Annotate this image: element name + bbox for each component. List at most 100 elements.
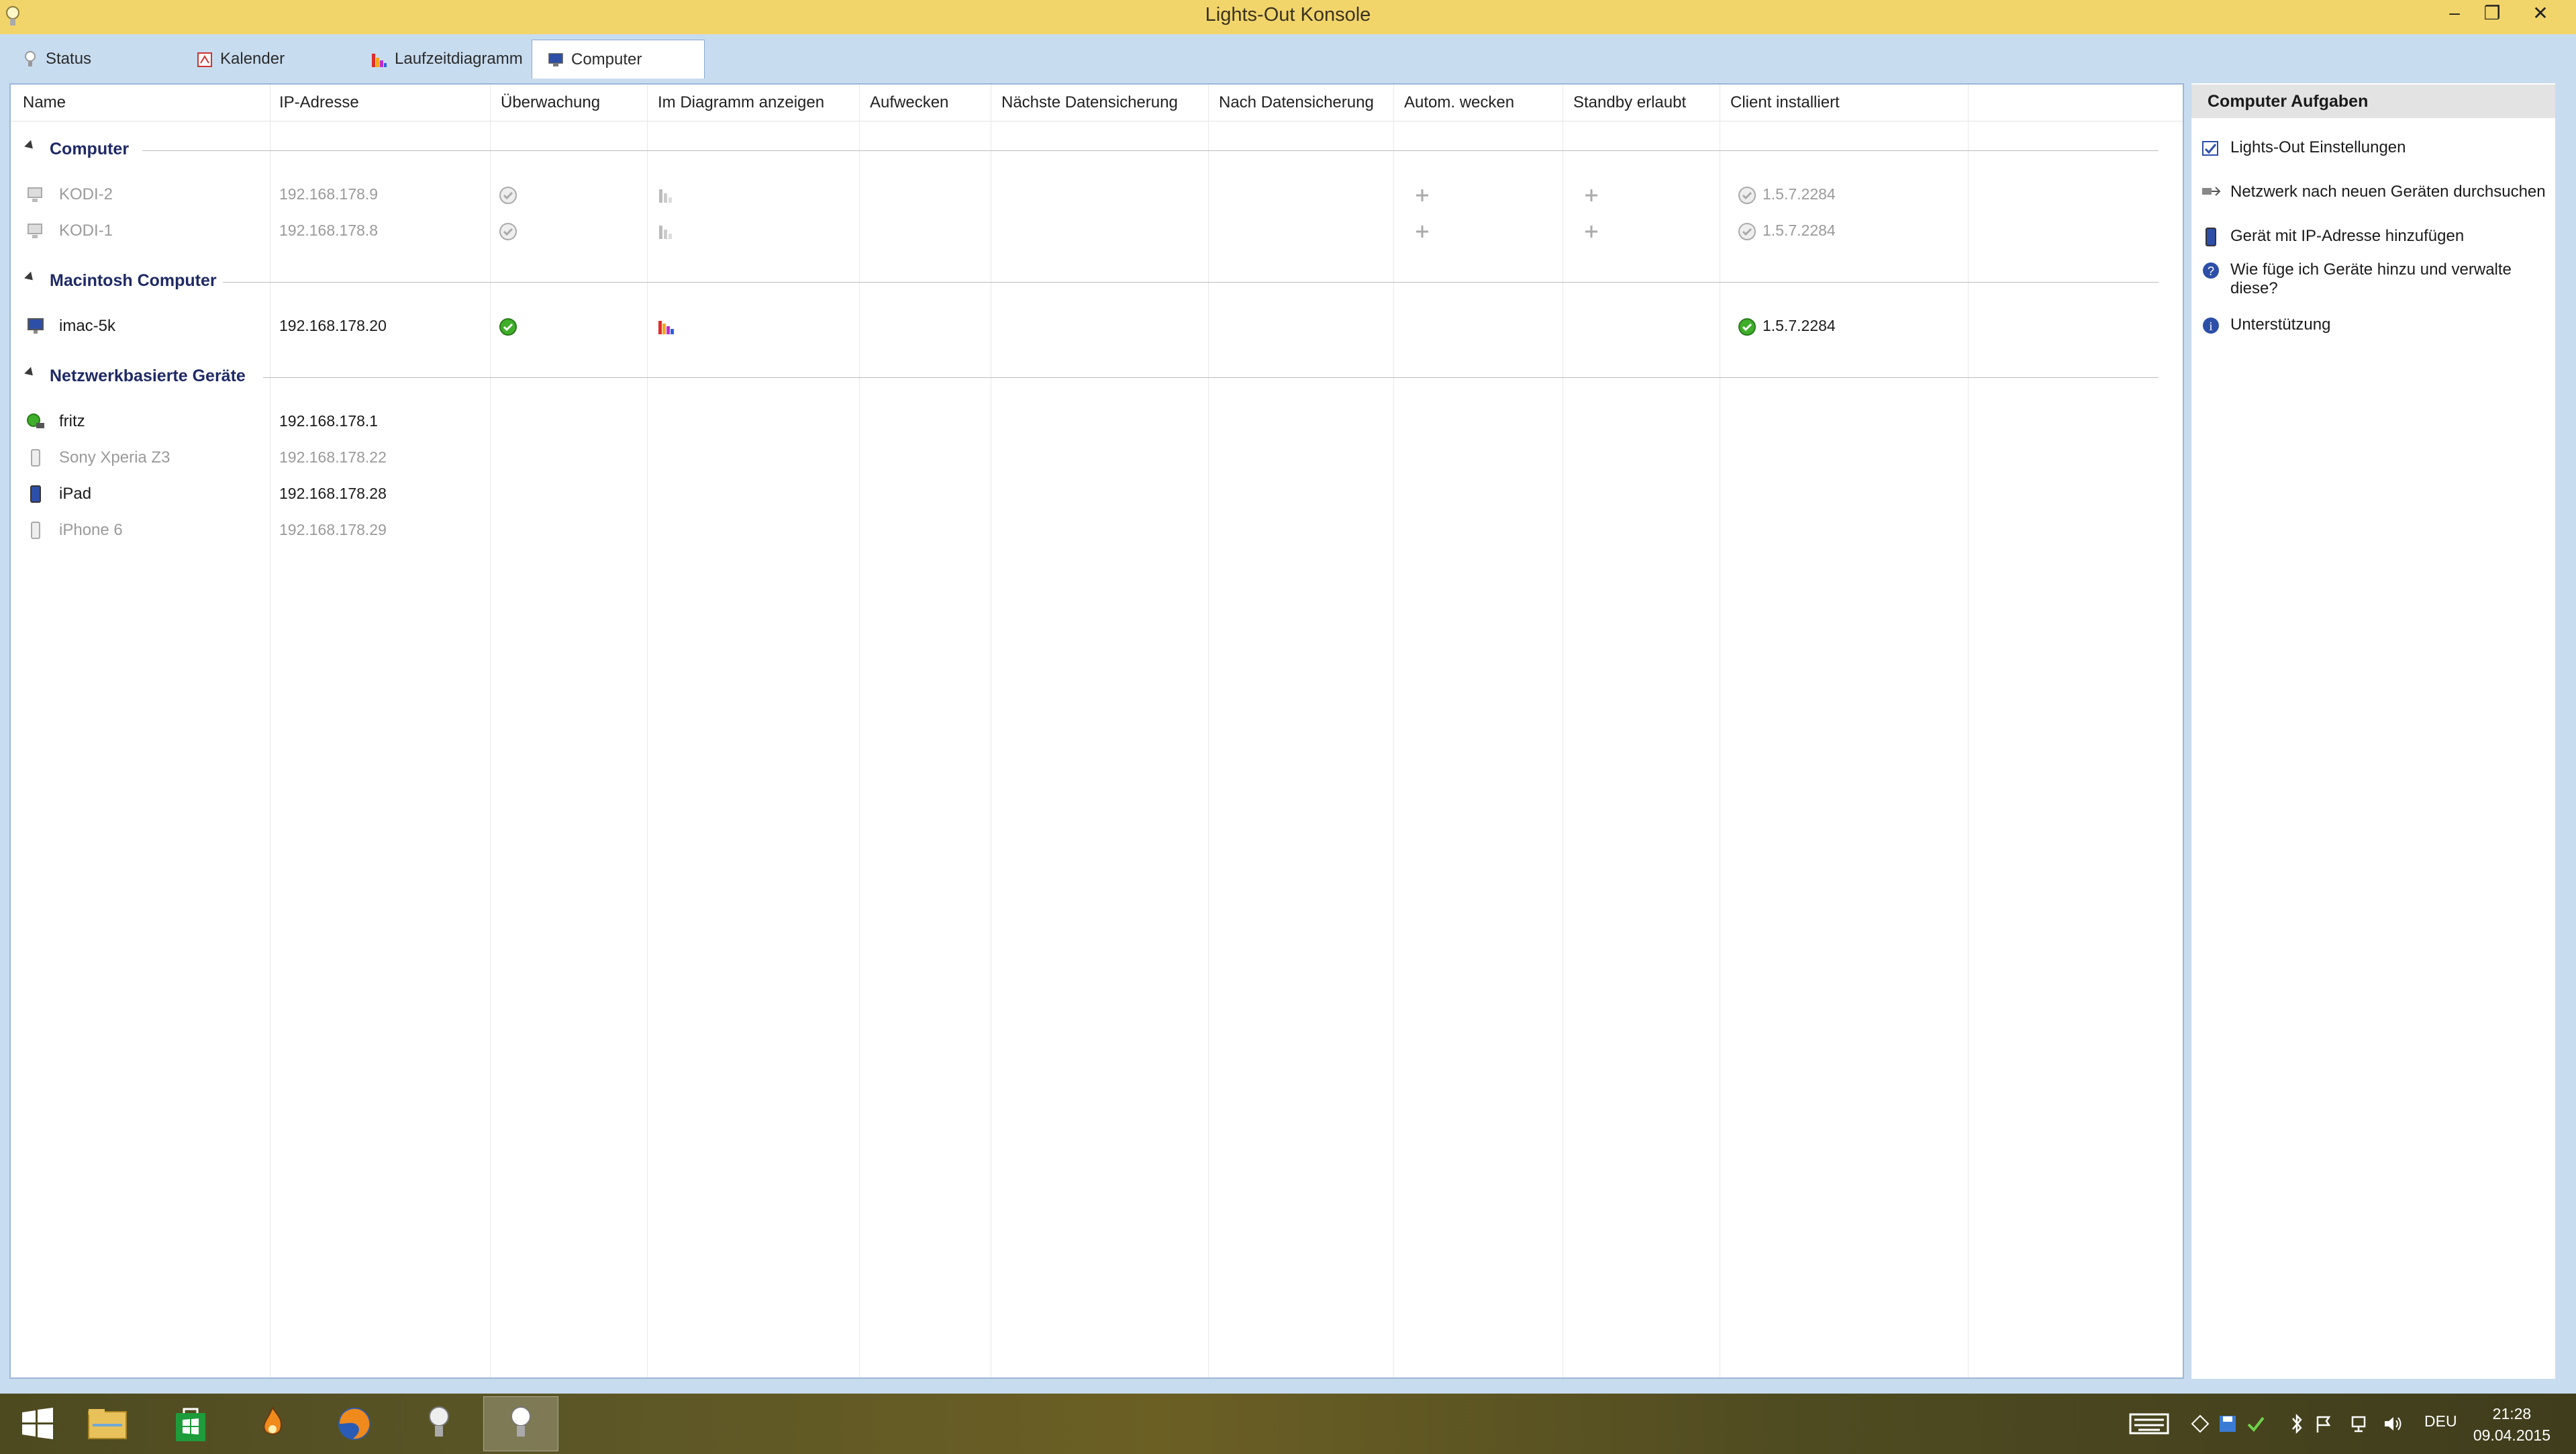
task-scan-network[interactable]: Netzwerk nach neuen Geräten durchsuchen bbox=[2201, 183, 2550, 203]
taskbar-file-explorer[interactable] bbox=[70, 1396, 145, 1451]
clock-time: 21:28 bbox=[2492, 1405, 2532, 1422]
phone-offline-icon bbox=[31, 522, 40, 539]
group-divider bbox=[142, 150, 2159, 151]
client-version: 1.5.7.2284 bbox=[1763, 317, 1836, 334]
collapse-triangle-icon[interactable] bbox=[24, 367, 36, 379]
col-header-after-backup[interactable]: Nach Datensicherung bbox=[1219, 85, 1374, 121]
lightbulb-app-icon bbox=[511, 1406, 531, 1437]
client-disabled-icon bbox=[1738, 187, 1756, 204]
table-row-iphone-6[interactable]: iPhone 6 192.168.178.29 bbox=[11, 513, 2172, 548]
col-header-auto-wake[interactable]: Autom. wecken bbox=[1404, 85, 1514, 121]
group-label: Netzwerkbasierte Geräte bbox=[50, 367, 246, 385]
taskbar-lights-out-1[interactable] bbox=[401, 1396, 477, 1451]
input-language[interactable]: DEU bbox=[2424, 1412, 2457, 1431]
group-label: Computer bbox=[50, 140, 130, 158]
group-network-devices[interactable]: Netzwerkbasierte Geräte bbox=[11, 360, 2172, 393]
col-header-ip[interactable]: IP-Adresse bbox=[279, 85, 359, 121]
touch-keyboard-icon[interactable] bbox=[2129, 1408, 2169, 1439]
taskbar-firefox[interactable] bbox=[317, 1396, 392, 1451]
table-row-fritz[interactable]: fritz 192.168.178.1 bbox=[11, 404, 2172, 439]
device-ip: 192.168.178.9 bbox=[279, 185, 379, 203]
device-name: KODI-1 bbox=[59, 222, 113, 240]
bluetooth-icon[interactable] bbox=[2289, 1408, 2305, 1439]
tray-network-check-icon[interactable] bbox=[2246, 1408, 2266, 1439]
task-label: Lights-Out Einstellungen bbox=[2230, 138, 2406, 156]
svg-text:?: ? bbox=[2208, 264, 2214, 278]
col-header-name[interactable]: Name bbox=[23, 85, 66, 121]
group-divider bbox=[223, 282, 2159, 283]
col-header-client-installed[interactable]: Client installiert bbox=[1730, 85, 1840, 121]
chart-active-icon[interactable] bbox=[656, 317, 677, 337]
device-name: iPhone 6 bbox=[59, 521, 123, 539]
taskbar-store[interactable] bbox=[153, 1396, 228, 1451]
calendar-icon bbox=[197, 52, 212, 67]
tablet-online-icon bbox=[30, 485, 41, 503]
col-header-show-in-chart[interactable]: Im Diagramm anzeigen bbox=[658, 85, 824, 121]
tray-diamond-icon[interactable] bbox=[2191, 1408, 2210, 1439]
volume-icon[interactable] bbox=[2383, 1408, 2404, 1439]
monitoring-disabled-icon[interactable] bbox=[498, 222, 518, 242]
taskbar-lights-out-konsole[interactable] bbox=[483, 1396, 558, 1451]
taskbar-app-fire[interactable] bbox=[235, 1396, 310, 1451]
standby-plus-icon[interactable] bbox=[1581, 222, 1601, 242]
task-lights-out-settings[interactable]: Lights-Out Einstellungen bbox=[2201, 138, 2550, 158]
bar-chart-icon bbox=[372, 54, 387, 67]
chart-disabled-icon[interactable] bbox=[656, 185, 677, 205]
table-row-kodi-1[interactable]: KODI-1 192.168.178.8 1.5.7.2284 bbox=[11, 213, 2172, 248]
windows-logo-icon bbox=[22, 1408, 53, 1439]
standby-plus-icon[interactable] bbox=[1581, 185, 1601, 205]
table-row-ipad[interactable]: iPad 192.168.178.28 bbox=[11, 477, 2172, 512]
device-ip: 192.168.178.28 bbox=[279, 485, 387, 502]
group-computer[interactable]: Computer bbox=[11, 133, 2172, 166]
clock[interactable]: 21:28 09.04.2015 bbox=[2473, 1403, 2550, 1446]
folder-icon bbox=[88, 1409, 127, 1439]
task-help-add-devices[interactable]: ? Wie füge ich Geräte hinzu und verwalte… bbox=[2201, 260, 2550, 298]
tab-computer[interactable]: Computer bbox=[532, 40, 705, 79]
phone-offline-icon bbox=[31, 449, 40, 467]
auto-wake-plus-icon[interactable] bbox=[1412, 185, 1432, 205]
table-row-imac-5k[interactable]: imac-5k 192.168.178.20 1.5.7.2284 bbox=[11, 309, 2172, 344]
title-bar: Lights-Out Konsole – ❐ ✕ bbox=[0, 0, 2576, 35]
network-scan-icon bbox=[2202, 187, 2221, 196]
client-disabled-icon bbox=[1738, 223, 1756, 240]
tab-status[interactable]: Status bbox=[7, 40, 175, 79]
chart-disabled-icon[interactable] bbox=[656, 222, 677, 242]
col-header-wake[interactable]: Aufwecken bbox=[870, 85, 948, 121]
tab-laufzeitdiagramm[interactable]: Laufzeitdiagramm bbox=[356, 40, 530, 79]
close-button[interactable]: ✕ bbox=[2517, 0, 2564, 26]
restore-button[interactable]: ❐ bbox=[2469, 0, 2516, 26]
task-label: Wie füge ich Geräte hinzu und verwalte d… bbox=[2230, 260, 2512, 297]
task-support[interactable]: i Unterstützung bbox=[2201, 316, 2550, 336]
store-bag-icon bbox=[176, 1408, 205, 1441]
col-header-monitoring[interactable]: Überwachung bbox=[501, 85, 600, 121]
group-macintosh[interactable]: Macintosh Computer bbox=[11, 264, 2172, 298]
info-icon: i bbox=[2203, 318, 2219, 334]
window-title: Lights-Out Konsole bbox=[1205, 4, 1371, 26]
auto-wake-plus-icon[interactable] bbox=[1412, 222, 1432, 242]
collapse-triangle-icon[interactable] bbox=[24, 271, 36, 284]
device-name: KODI-2 bbox=[59, 185, 113, 203]
task-label: Unterstützung bbox=[2230, 316, 2331, 334]
col-header-standby-allowed[interactable]: Standby erlaubt bbox=[1573, 85, 1686, 121]
device-ip: 192.168.178.8 bbox=[279, 222, 379, 239]
tab-kalender[interactable]: Kalender bbox=[181, 40, 349, 79]
task-label: Gerät mit IP-Adresse hinzufügen bbox=[2230, 227, 2465, 245]
start-button[interactable] bbox=[0, 1396, 75, 1451]
table-row-sony-xperia-z3[interactable]: Sony Xperia Z3 192.168.178.22 bbox=[11, 440, 2172, 475]
network-icon[interactable] bbox=[2350, 1408, 2371, 1439]
action-center-flag-icon[interactable] bbox=[2314, 1408, 2333, 1439]
tab-label: Kalender bbox=[220, 50, 285, 68]
tray-save-icon[interactable] bbox=[2218, 1408, 2238, 1439]
device-name: iPad bbox=[59, 485, 92, 503]
help-icon: ? bbox=[2203, 262, 2219, 279]
collapse-triangle-icon[interactable] bbox=[24, 140, 36, 152]
monitoring-active-check-icon[interactable] bbox=[498, 317, 518, 337]
bulb-icon bbox=[25, 51, 36, 66]
tab-label: Computer bbox=[571, 50, 642, 68]
device-name: Sony Xperia Z3 bbox=[59, 448, 170, 467]
task-add-device-ip[interactable]: Gerät mit IP-Adresse hinzufügen bbox=[2201, 227, 2550, 247]
table-row-kodi-2[interactable]: KODI-2 192.168.178.9 1.5.7.2284 bbox=[11, 177, 2172, 212]
col-header-next-backup[interactable]: Nächste Datensicherung bbox=[1001, 85, 1178, 121]
monitoring-disabled-icon[interactable] bbox=[498, 185, 518, 205]
device-ip: 192.168.178.20 bbox=[279, 317, 387, 334]
